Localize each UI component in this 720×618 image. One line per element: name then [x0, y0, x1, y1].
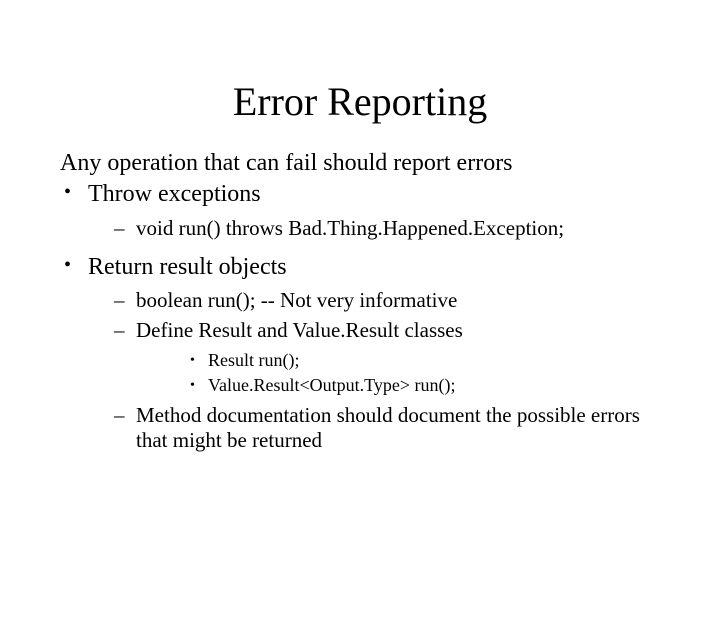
- subsub-bullet-text: Result run();: [208, 350, 300, 370]
- bullet-list-level3: Result run(); Value.Result<Output.Type> …: [136, 350, 670, 397]
- bullet-list-level1: Throw exceptions void run() throws Bad.T…: [60, 180, 670, 453]
- slide-body: Any operation that can fail should repor…: [0, 149, 720, 454]
- slide-title: Error Reporting: [0, 78, 720, 125]
- bullet-text: Throw exceptions: [88, 181, 261, 207]
- sub-bullet-text: Method documentation should document the…: [136, 403, 640, 453]
- intro-text: Any operation that can fail should repor…: [60, 149, 670, 178]
- subsub-bullet: Result run();: [136, 350, 670, 372]
- bullet-list-level2: void run() throws Bad.Thing.Happened.Exc…: [88, 216, 670, 242]
- sub-bullet: Method documentation should document the…: [88, 403, 670, 454]
- slide: Error Reporting Any operation that can f…: [0, 78, 720, 618]
- sub-bullet-text: void run() throws Bad.Thing.Happened.Exc…: [136, 216, 564, 240]
- sub-bullet: boolean run(); -- Not very informative: [88, 288, 670, 314]
- subsub-bullet-text: Value.Result<Output.Type> run();: [208, 375, 456, 395]
- bullet-list-level2: boolean run(); -- Not very informative D…: [88, 288, 670, 453]
- sub-bullet-text: Define Result and Value.Result classes: [136, 318, 463, 342]
- spacer: [60, 247, 670, 251]
- subsub-bullet: Value.Result<Output.Type> run();: [136, 375, 670, 397]
- sub-bullet: Define Result and Value.Result classes R…: [88, 318, 670, 397]
- bullet-throw-exceptions: Throw exceptions void run() throws Bad.T…: [60, 180, 670, 241]
- sub-bullet-text: boolean run(); -- Not very informative: [136, 288, 457, 312]
- bullet-text: Return result objects: [88, 254, 287, 280]
- sub-bullet: void run() throws Bad.Thing.Happened.Exc…: [88, 216, 670, 242]
- bullet-return-result-objects: Return result objects boolean run(); -- …: [60, 253, 670, 454]
